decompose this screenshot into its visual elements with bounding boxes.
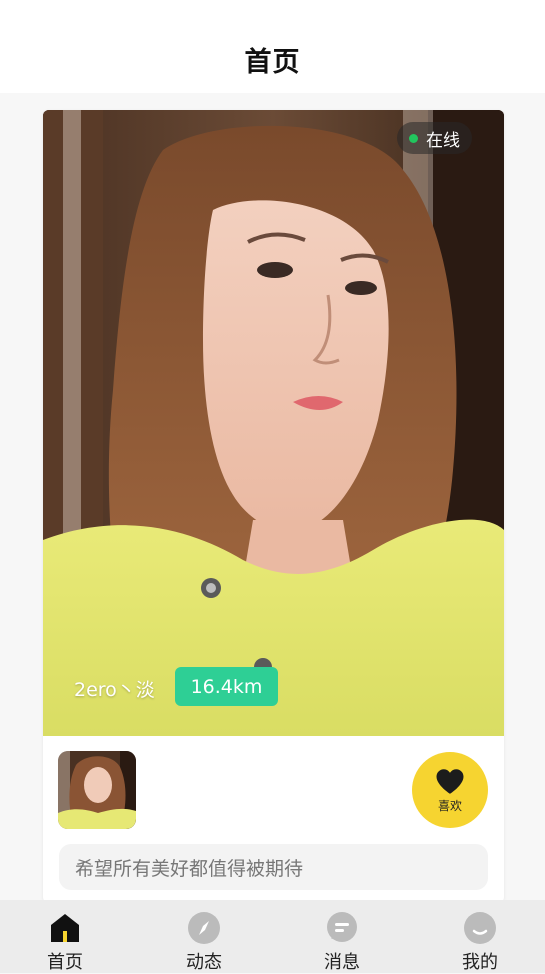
avatar-thumbnail[interactable] [58,751,136,829]
user-card[interactable]: 在线 2ero丶淡 16.4km 喜欢 希望所有美好都值得被期待 [43,110,504,903]
compass-icon [188,912,220,944]
bottom-tab-bar: 首页 动态 消息 我的 [0,900,545,973]
profile-icon [464,912,496,944]
username: 2ero丶淡 [74,679,155,701]
tab-profile[interactable]: 我的 [430,900,530,973]
online-dot-icon [409,133,418,143]
online-status-badge: 在线 [397,122,472,154]
tab-home-label: 首页 [47,952,83,973]
tab-profile-label: 我的 [462,952,498,973]
profile-photo-art [43,110,504,736]
message-icon [327,912,357,942]
online-status-text: 在线 [426,130,460,151]
top-header: 首页 [0,0,545,93]
like-label: 喜欢 [437,799,462,813]
like-button[interactable]: 喜欢 [412,752,488,828]
distance-badge: 16.4km [175,667,278,706]
tab-moments[interactable]: 动态 [154,900,254,973]
tab-messages-label: 消息 [324,952,360,973]
avatar-thumbnail-art [58,751,136,829]
tab-moments-label: 动态 [186,952,222,973]
page-title: 首页 [244,47,301,78]
tab-messages[interactable]: 消息 [292,900,392,973]
signature-text: 希望所有美好都值得被期待 [59,844,488,890]
tab-home[interactable]: 首页 [15,900,115,973]
heart-icon [436,769,464,794]
profile-photo[interactable]: 在线 2ero丶淡 16.4km [43,110,504,736]
home-icon [51,914,79,942]
